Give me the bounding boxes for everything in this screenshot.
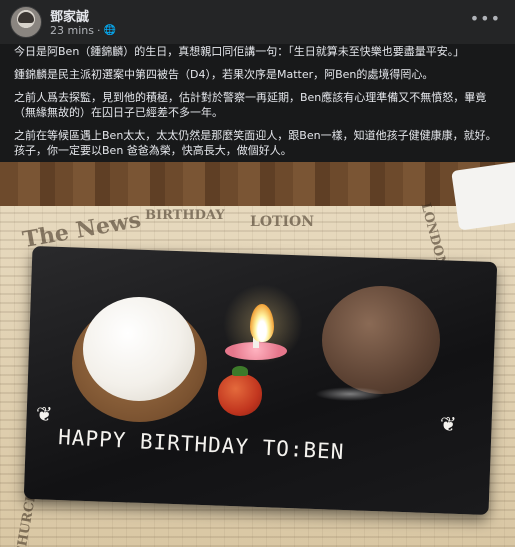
post-meta: 23 mins · 🌐 (50, 24, 116, 37)
post-photo[interactable]: The News BIRTHDAY LOTION CHURCH FETE UPD… (0, 162, 515, 547)
post-paragraph: 鍾錦麟是民主派初選案中第四被告（D4），若果次序是Matter，阿Ben的處境得… (14, 68, 434, 81)
post-paragraph: 今日是阿Ben（鍾錦麟）的生日，真想親口同佢講一句：「生日就算未至快樂也要盡量平… (14, 45, 465, 58)
strawberry (218, 374, 262, 416)
white-cup (451, 162, 515, 231)
strawberry-leaf (232, 366, 248, 376)
post-paragraph: 之前人爲去探監，見到他的積極，估計對於警察一再延期，Ben應該有心理準備又不無憤… (14, 91, 487, 119)
ice-cream-scoop (83, 297, 195, 401)
post-body: 今日是阿Ben（鍾錦麟）的生日，真想親口同佢講一句：「生日就算未至快樂也要盡量平… (14, 44, 504, 166)
wood-table (0, 162, 515, 206)
post-time[interactable]: 23 mins (50, 24, 94, 37)
author-name[interactable]: 鄧家誠 (50, 6, 89, 25)
chalk-swirl-right: ❦ (440, 412, 457, 436)
chalk-swirl-left: ❦ (36, 402, 53, 426)
more-options-icon[interactable]: ••• (470, 9, 501, 28)
powdered-sugar (315, 387, 385, 401)
paper-word: LOTION (250, 214, 314, 230)
chocolate-lava-cake (322, 286, 440, 394)
candle-flame (250, 304, 274, 342)
globe-icon: 🌐 (103, 25, 116, 36)
author-avatar[interactable] (10, 6, 42, 38)
paper-word: BIRTHDAY (145, 208, 225, 223)
post-header: 鄧家誠 23 mins · 🌐 ••• (0, 0, 515, 44)
post-paragraph: 之前在等候區遇上Ben太太，太太仍然是那麼笑面迎人，跟Ben一樣，知道他孩子健健… (14, 129, 497, 157)
